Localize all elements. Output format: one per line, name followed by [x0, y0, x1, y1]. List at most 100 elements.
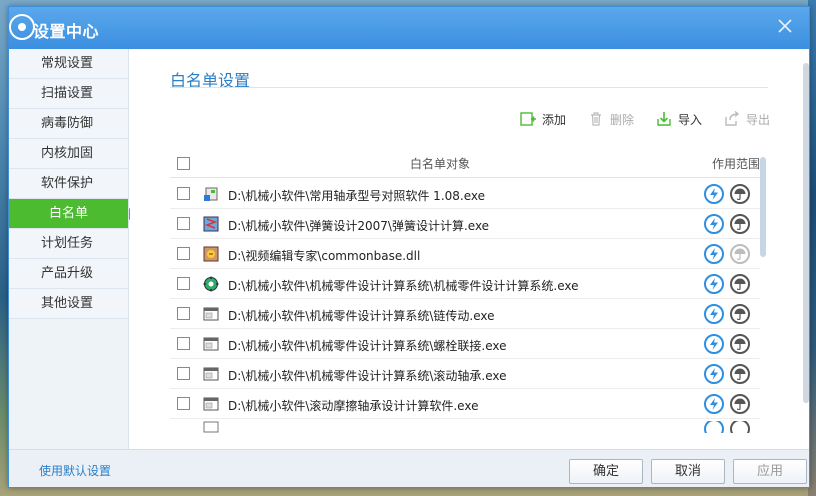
row-checkbox[interactable] — [177, 367, 190, 380]
add-button[interactable]: 添加 — [520, 111, 566, 128]
table-row[interactable]: D:\机械小软件\机械零件设计计算系统\螺栓联接.exe — [170, 329, 760, 359]
lightning-icon[interactable] — [704, 274, 724, 294]
row-scope — [704, 304, 750, 324]
sidebar-item-product-upgrade[interactable]: 产品升级 — [9, 259, 128, 289]
add-icon — [520, 112, 536, 126]
delete-button[interactable]: 删除 — [588, 111, 634, 128]
table-scrollbar[interactable] — [760, 157, 766, 257]
row-checkbox[interactable] — [177, 247, 190, 260]
lightning-icon[interactable] — [704, 244, 724, 264]
trash-icon — [591, 112, 602, 126]
row-scope — [704, 364, 750, 384]
sidebar-item-scheduled-tasks[interactable]: 计划任务 — [9, 229, 128, 259]
import-button[interactable]: 导入 — [656, 111, 702, 128]
row-path: D:\机械小软件\常用轴承型号对照软件 1.08.exe — [228, 189, 486, 203]
table-row[interactable]: D:\机械小软件\机械零件设计计算系统\链传动.exe — [170, 299, 760, 329]
close-icon — [778, 19, 792, 33]
row-scope — [704, 334, 750, 354]
row-checkbox[interactable] — [177, 187, 190, 200]
sidebar-item-general[interactable]: 常规设置 — [9, 49, 128, 79]
row-checkbox[interactable] — [177, 217, 190, 230]
select-all-checkbox[interactable] — [177, 157, 190, 170]
app-icon-spring — [203, 216, 219, 232]
toolbar: 添加 删除 导入 导出 — [520, 107, 770, 131]
table-row[interactable]: D:\机械小软件\机械零件设计计算系统\滚动轴承.exe — [170, 359, 760, 389]
window-scrollbar[interactable] — [803, 63, 809, 403]
exe-icon — [203, 336, 219, 352]
app-icon-gear — [203, 276, 219, 292]
row-checkbox[interactable] — [177, 307, 190, 320]
sidebar-item-other-settings[interactable]: 其他设置 — [9, 289, 128, 319]
export-icon — [725, 111, 740, 126]
lightning-icon[interactable] — [704, 184, 724, 204]
umbrella-icon[interactable] — [730, 214, 750, 234]
row-path: D:\视频编辑专家\commonbase.dll — [228, 249, 421, 263]
column-header-scope: 作用范围 — [711, 157, 760, 171]
export-button[interactable]: 导出 — [724, 111, 770, 128]
row-path: D:\机械小软件\机械零件设计计算系统\链传动.exe — [228, 309, 495, 323]
row-path: D:\机械小软件\机械零件设计计算系统\滚动轴承.exe — [228, 369, 507, 383]
sidebar-item-software-protection[interactable]: 软件保护 — [9, 169, 128, 199]
export-label: 导出 — [746, 112, 771, 127]
add-label: 添加 — [542, 112, 567, 127]
lightning-icon[interactable] — [704, 304, 724, 324]
import-icon — [657, 112, 671, 126]
row-path: D:\机械小软件\滚动摩擦轴承设计计算软件.exe — [228, 399, 479, 413]
exe-icon — [203, 366, 219, 382]
table-row[interactable]: D:\机械小软件\滚动摩擦轴承设计计算软件.exe — [170, 389, 760, 419]
exe-icon — [203, 306, 219, 322]
sidebar: 常规设置 扫描设置 病毒防御 内核加固 软件保护 白名单 计划任务 产品升级 其… — [9, 49, 136, 449]
exe-icon — [203, 396, 219, 412]
row-scope — [704, 394, 750, 414]
title-bar[interactable]: 设置中心 — [9, 7, 809, 49]
import-label: 导入 — [678, 112, 703, 127]
lightning-icon[interactable] — [704, 394, 724, 414]
umbrella-icon[interactable] — [730, 304, 750, 324]
sidebar-item-virus-defense[interactable]: 病毒防御 — [9, 109, 128, 139]
cancel-button[interactable]: 取消 — [651, 459, 725, 484]
table-row-partial — [170, 421, 760, 433]
row-scope — [704, 214, 750, 234]
umbrella-icon[interactable] — [730, 394, 750, 414]
close-button[interactable] — [775, 17, 795, 37]
lightning-icon[interactable] — [704, 214, 724, 234]
row-path: D:\机械小软件\机械零件设计计算系统\机械零件设计计算系统.exe — [228, 279, 579, 293]
ok-button[interactable]: 确定 — [569, 459, 643, 484]
whitelist-table: D:\机械小软件\常用轴承型号对照软件 1.08.exe D:\机械小软件\弹簧设… — [170, 179, 760, 419]
apply-button[interactable]: 应用 — [733, 459, 807, 484]
sidebar-item-whitelist[interactable]: 白名单 — [9, 199, 136, 229]
app-logo-icon — [9, 14, 35, 40]
umbrella-icon[interactable] — [730, 364, 750, 384]
sidebar-item-kernel-hardening[interactable]: 内核加固 — [9, 139, 128, 169]
row-scope — [704, 244, 750, 264]
section-divider — [170, 87, 768, 88]
main-content: 白名单设置 添加 删除 导入 导出 白名单对象 作用范围 D:\机械小软件\常用… — [130, 49, 809, 449]
settings-window: 设置中心 常规设置 扫描设置 病毒防御 内核加固 软件保护 白名单 计划任务 产… — [8, 6, 810, 488]
dll-icon — [203, 246, 219, 262]
lightning-icon[interactable] — [704, 364, 724, 384]
row-checkbox[interactable] — [177, 397, 190, 410]
umbrella-icon[interactable] — [730, 184, 750, 204]
lightning-icon[interactable] — [704, 334, 724, 354]
column-header-object: 白名单对象 — [410, 157, 471, 171]
app-icon-bearing — [203, 186, 219, 202]
table-header: 白名单对象 作用范围 — [170, 150, 760, 178]
window-title: 设置中心 — [33, 22, 100, 41]
delete-label: 删除 — [610, 112, 635, 127]
use-default-settings-link[interactable]: 使用默认设置 — [39, 462, 111, 479]
row-scope — [704, 274, 750, 294]
row-scope — [704, 184, 750, 204]
table-row[interactable]: D:\机械小软件\弹簧设计2007\弹簧设计计算.exe — [170, 209, 760, 239]
row-path: D:\机械小软件\机械零件设计计算系统\螺栓联接.exe — [228, 339, 507, 353]
row-checkbox[interactable] — [177, 277, 190, 290]
footer-bar: 使用默认设置 确定 取消 应用 — [9, 449, 809, 487]
umbrella-icon[interactable] — [730, 244, 750, 264]
table-row[interactable]: D:\机械小软件\常用轴承型号对照软件 1.08.exe — [170, 179, 760, 209]
row-path: D:\机械小软件\弹簧设计2007\弹簧设计计算.exe — [228, 219, 490, 233]
row-checkbox[interactable] — [177, 337, 190, 350]
table-row[interactable]: D:\视频编辑专家\commonbase.dll — [170, 239, 760, 269]
umbrella-icon[interactable] — [730, 334, 750, 354]
sidebar-item-scan[interactable]: 扫描设置 — [9, 79, 128, 109]
table-row[interactable]: D:\机械小软件\机械零件设计计算系统\机械零件设计计算系统.exe — [170, 269, 760, 299]
umbrella-icon[interactable] — [730, 274, 750, 294]
